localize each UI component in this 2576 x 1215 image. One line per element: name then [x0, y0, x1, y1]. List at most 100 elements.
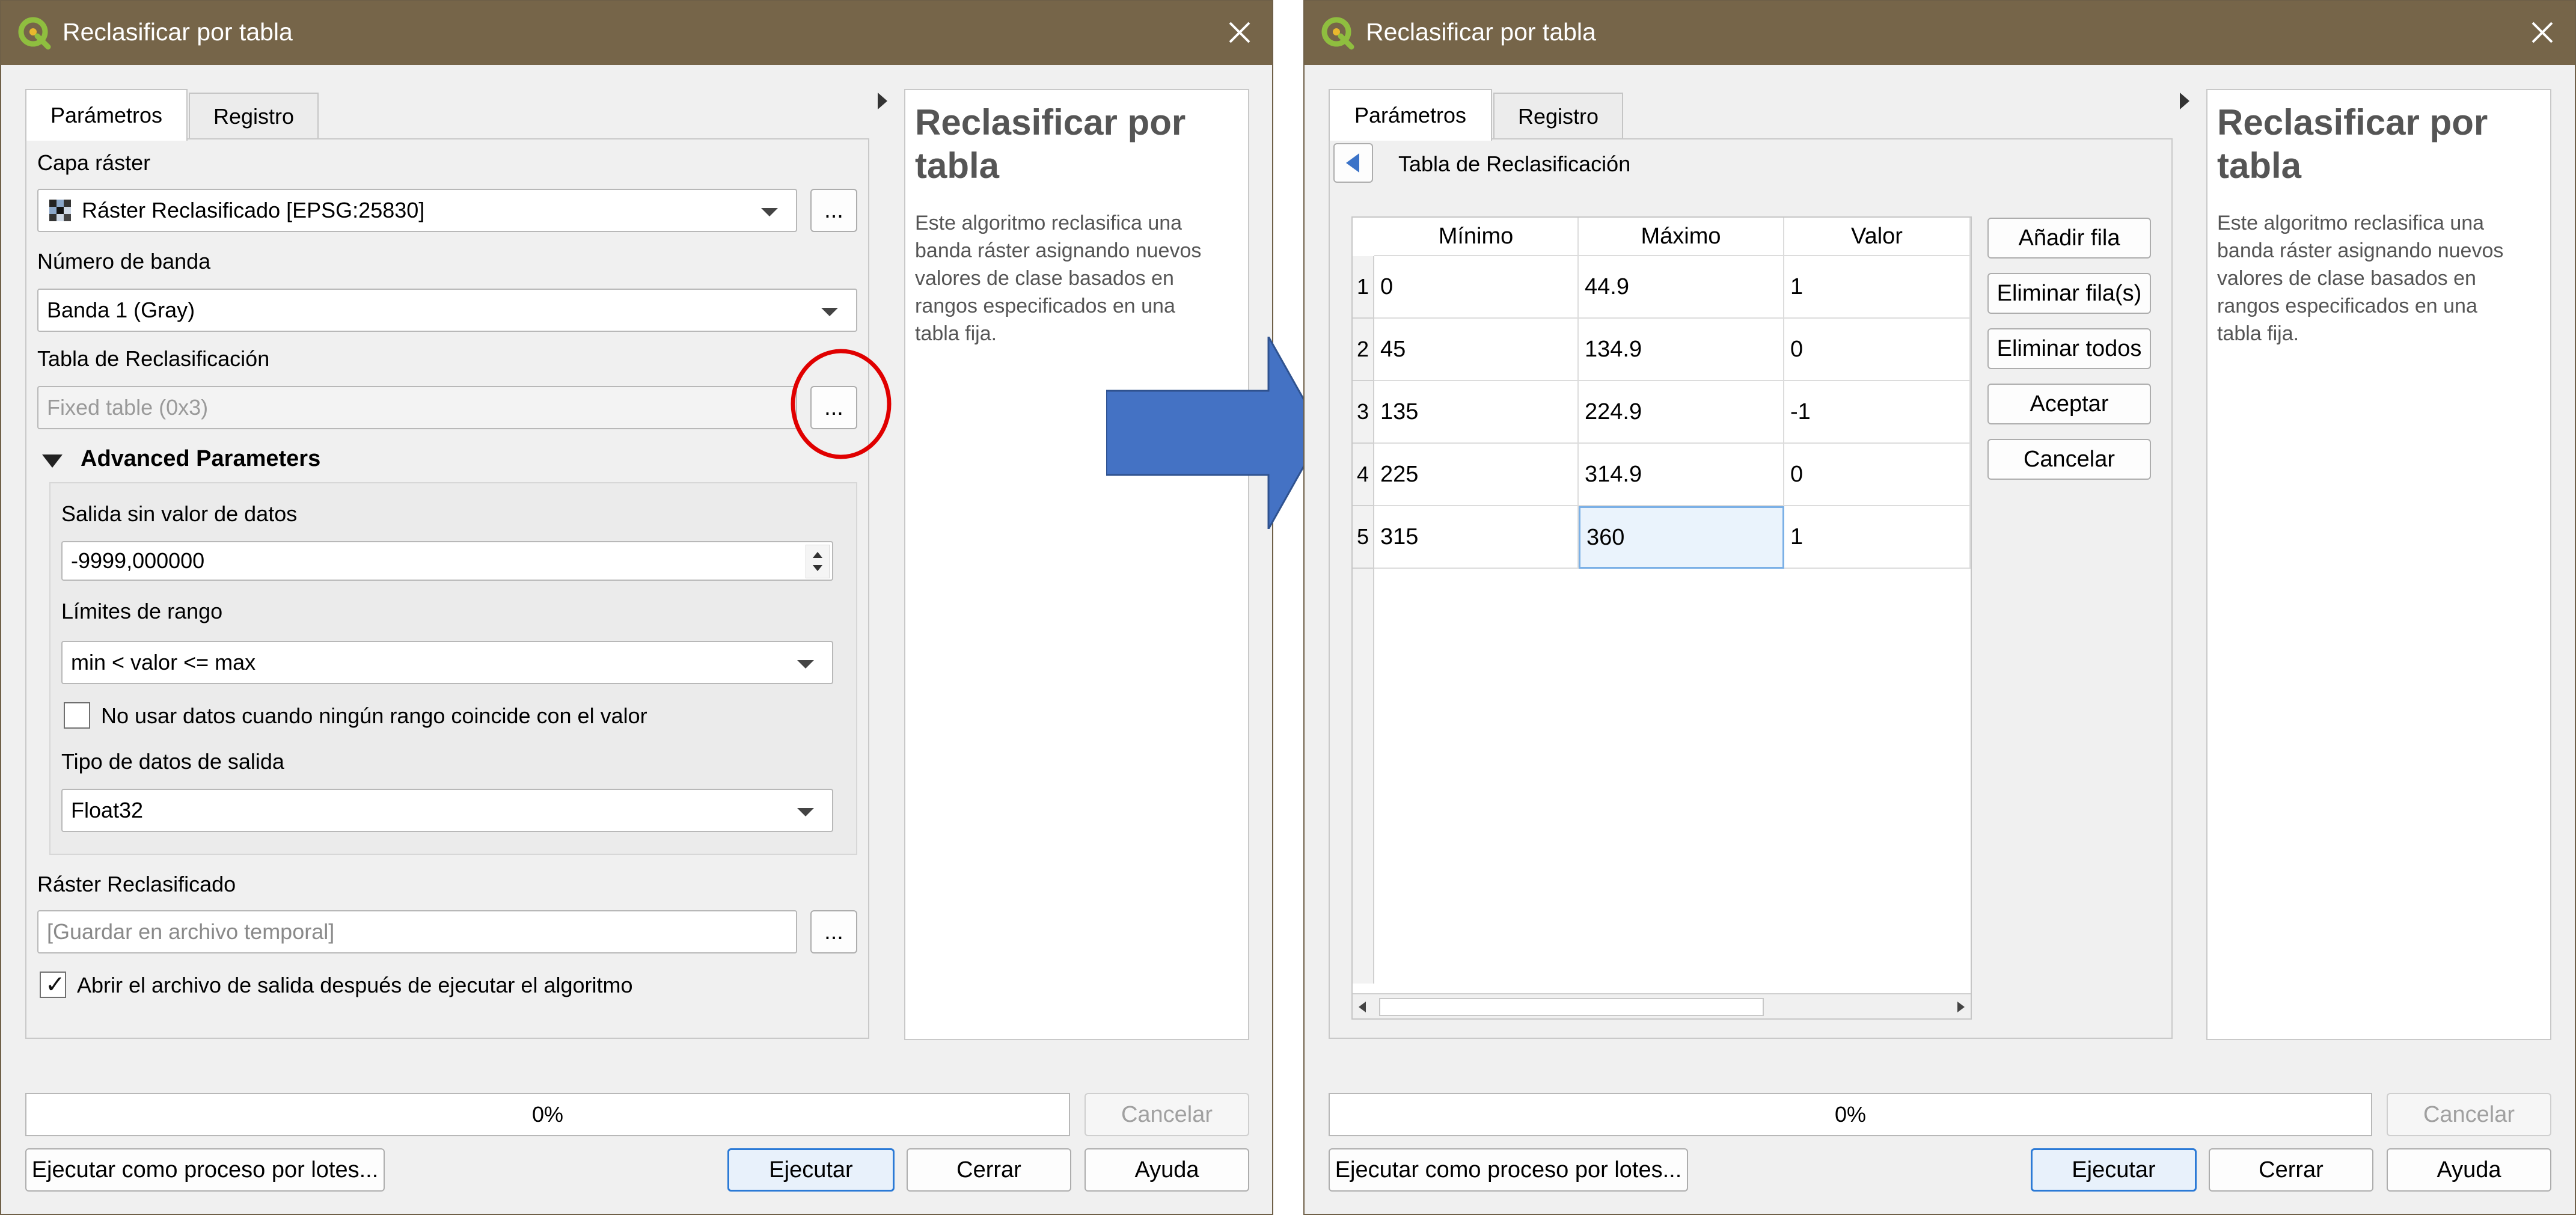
tipo-datos-label: Tipo de datos de salida: [61, 749, 284, 774]
help-title: Reclasificar por tabla: [915, 102, 1186, 186]
table-cell-min[interactable]: 0: [1374, 256, 1579, 319]
remove-all-button[interactable]: Eliminar todos: [1987, 328, 2151, 369]
highlight-circle-annotation: [791, 349, 892, 459]
tabla-field: Fixed table (0x3): [37, 386, 797, 429]
no-usar-label: No usar datos cuando ningún rango coinci…: [101, 703, 647, 728]
qgis-logo-icon: [18, 17, 51, 50]
help-text: Este algoritmo reclasifica una banda rás…: [2217, 212, 2504, 345]
scrollbar-thumb[interactable]: [1379, 998, 1764, 1016]
column-header-valor[interactable]: Valor: [1784, 218, 1971, 256]
left-dialog-window: Reclasificar por tabla Parámetros Regist…: [0, 0, 1273, 1215]
limites-label: Límites de rango: [61, 599, 223, 623]
progress-cancel-button[interactable]: Cancelar: [1085, 1093, 1249, 1136]
row-number[interactable]: 5: [1353, 506, 1374, 569]
table-cell-valor[interactable]: 0: [1784, 319, 1971, 381]
raster-out-label: Ráster Reclasificado: [37, 872, 236, 896]
row-number[interactable]: 4: [1353, 444, 1374, 506]
collapse-side-arrow-icon[interactable]: [2180, 93, 2189, 109]
remove-rows-button[interactable]: Eliminar fila(s): [1987, 273, 2151, 314]
back-button[interactable]: [1333, 143, 1373, 183]
table-cell-max[interactable]: 314.9: [1579, 444, 1784, 506]
chevron-down-icon: [821, 308, 838, 316]
capa-raster-browse-button[interactable]: ...: [810, 189, 857, 232]
tab-registro[interactable]: Registro: [189, 93, 319, 139]
column-header-maximo[interactable]: Máximo: [1579, 218, 1784, 256]
raster-out-browse-button[interactable]: ...: [810, 910, 857, 953]
table-cell-min[interactable]: 225: [1374, 444, 1579, 506]
tabla-label: Tabla de Reclasificación: [37, 346, 270, 371]
progress-cancel-button[interactable]: Cancelar: [2387, 1093, 2551, 1136]
abrir-checkbox[interactable]: ✓: [40, 972, 66, 998]
capa-raster-combo[interactable]: Ráster Reclasificado [EPSG:25830]: [37, 189, 797, 232]
raster-out-field[interactable]: [Guardar en archivo temporal]: [37, 910, 797, 953]
right-title-bar[interactable]: Reclasificar por tabla: [1305, 1, 2575, 65]
reclass-table[interactable]: Mínimo Máximo Valor 1 0 44.9 1 2 45 134.…: [1351, 216, 1972, 1020]
table-cell-valor[interactable]: 0: [1784, 444, 1971, 506]
tab-registro[interactable]: Registro: [1493, 93, 1623, 139]
tab-parametros[interactable]: Parámetros: [1329, 89, 1492, 141]
batch-process-button[interactable]: Ejecutar como proceso por lotes...: [25, 1148, 385, 1192]
horizontal-scrollbar[interactable]: [1353, 993, 1971, 1018]
table-cell-valor[interactable]: 1: [1784, 506, 1971, 569]
tab-parametros[interactable]: Parámetros: [25, 89, 188, 141]
table-cell-max[interactable]: 44.9: [1579, 256, 1784, 319]
row-number[interactable]: 3: [1353, 381, 1374, 444]
table-cell-max[interactable]: 134.9: [1579, 319, 1784, 381]
transition-arrow-icon: [1106, 337, 1323, 529]
help-title: Reclasificar por tabla: [2217, 102, 2488, 186]
close-button[interactable]: Cerrar: [2209, 1148, 2373, 1192]
raster-layer-icon: [49, 200, 71, 221]
scroll-left-icon[interactable]: [1359, 1002, 1366, 1012]
row-number[interactable]: 2: [1353, 319, 1374, 381]
table-cell-max[interactable]: 224.9: [1579, 381, 1784, 444]
close-icon[interactable]: [2523, 13, 2562, 52]
right-dialog-window: Reclasificar por tabla Parámetros Regist…: [1303, 0, 2576, 1215]
window-title: Reclasificar por tabla: [1366, 18, 1596, 46]
left-title-bar[interactable]: Reclasificar por tabla: [1, 1, 1272, 65]
table-cell-max-selected[interactable]: 360: [1579, 506, 1784, 569]
column-header-minimo[interactable]: Mínimo: [1374, 218, 1579, 256]
progress-bar: 0%: [25, 1093, 1070, 1136]
scroll-right-icon[interactable]: [1957, 1002, 1965, 1012]
row-number[interactable]: 1: [1353, 256, 1374, 319]
no-usar-checkbox[interactable]: [64, 702, 90, 729]
table-cell-min[interactable]: 135: [1374, 381, 1579, 444]
panel-title: Tabla de Reclasificación: [1398, 151, 1631, 176]
progress-bar: 0%: [1329, 1093, 2372, 1136]
help-text: Este algoritmo reclasifica una banda rás…: [915, 212, 1202, 345]
table-cell-valor[interactable]: 1: [1784, 256, 1971, 319]
capa-raster-label: Capa ráster: [37, 150, 151, 175]
qgis-logo-icon: [1321, 17, 1354, 50]
table-cell-min[interactable]: 315: [1374, 506, 1579, 569]
chevron-down-icon: [761, 208, 778, 216]
help-button[interactable]: Ayuda: [1085, 1148, 1249, 1192]
table-cell-valor[interactable]: -1: [1784, 381, 1971, 444]
help-panel: Reclasificar por tabla Este algoritmo re…: [904, 89, 1249, 1040]
table-cell-min[interactable]: 45: [1374, 319, 1579, 381]
help-button[interactable]: Ayuda: [2387, 1148, 2551, 1192]
run-button[interactable]: Ejecutar: [727, 1148, 895, 1192]
window-title: Reclasificar por tabla: [63, 18, 293, 46]
run-button[interactable]: Ejecutar: [2031, 1148, 2197, 1192]
back-arrow-icon: [1346, 153, 1359, 173]
limites-combo[interactable]: min < valor <= max: [61, 641, 833, 684]
numero-banda-combo[interactable]: Banda 1 (Gray): [37, 289, 857, 332]
add-row-button[interactable]: Añadir fila: [1987, 218, 2151, 259]
nodata-label: Salida sin valor de datos: [61, 501, 298, 526]
spin-arrows-icon[interactable]: [806, 545, 830, 578]
advanced-parameters-header[interactable]: Advanced Parameters: [81, 446, 320, 472]
table-cancel-button[interactable]: Cancelar: [1987, 439, 2151, 480]
batch-process-button[interactable]: Ejecutar como proceso por lotes...: [1329, 1148, 1688, 1192]
chevron-down-icon: [797, 660, 814, 669]
collapse-triangle-icon[interactable]: [42, 454, 63, 468]
help-panel: Reclasificar por tabla Este algoritmo re…: [2206, 89, 2551, 1040]
row-header-strip: [1353, 569, 1374, 984]
numero-banda-label: Número de banda: [37, 249, 211, 274]
accept-button[interactable]: Aceptar: [1987, 384, 2151, 424]
chevron-down-icon: [797, 808, 814, 816]
tipo-datos-combo[interactable]: Float32: [61, 789, 833, 832]
collapse-side-arrow-icon[interactable]: [878, 93, 887, 109]
close-icon[interactable]: [1220, 13, 1259, 52]
nodata-spinbox[interactable]: -9999,000000: [61, 541, 833, 581]
close-button[interactable]: Cerrar: [907, 1148, 1071, 1192]
